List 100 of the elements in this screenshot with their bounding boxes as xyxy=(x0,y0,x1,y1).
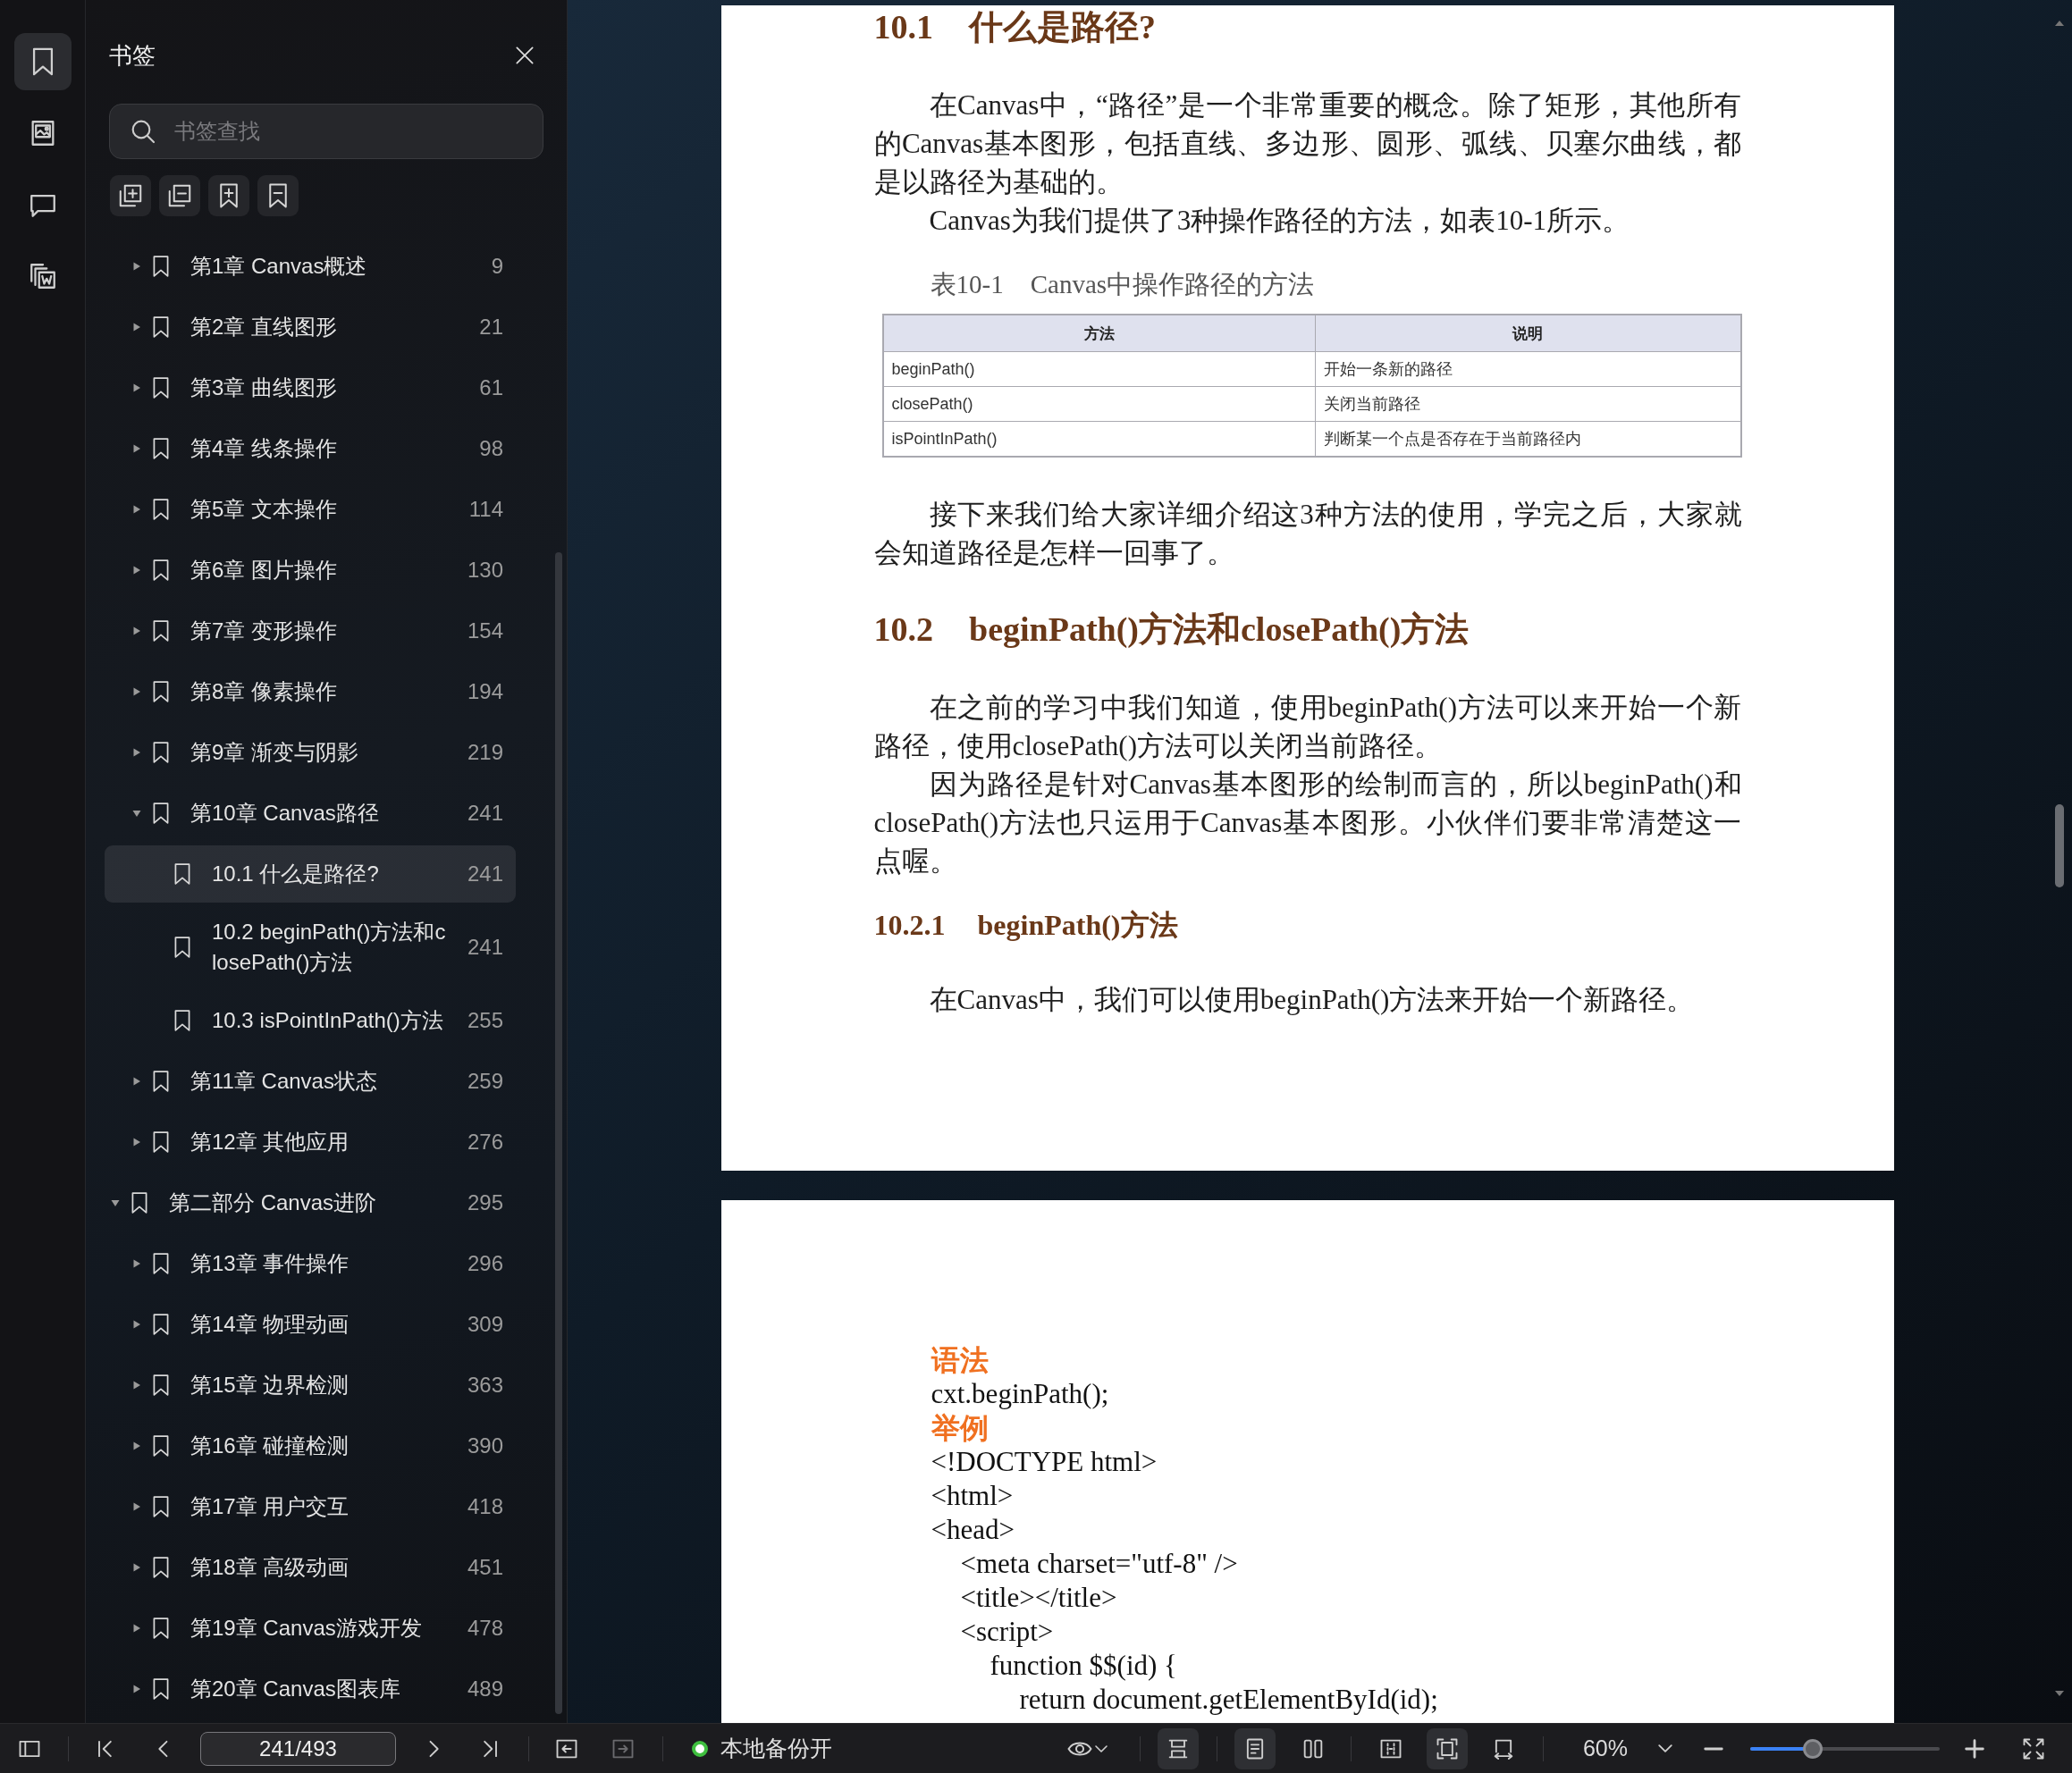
bookmark-title: 10.1 什么是路径? xyxy=(212,861,380,887)
scrollbar-thumb[interactable] xyxy=(555,552,562,1714)
bookmark-item[interactable]: 第9章 渐变与阴影 219 xyxy=(105,722,516,783)
page-number: 9 xyxy=(490,254,503,279)
expand-caret-icon[interactable] xyxy=(131,1623,142,1634)
bookmark-item[interactable]: 10.3 isPointInPath()方法 255 xyxy=(105,990,516,1051)
section-number: 10.2.1 xyxy=(873,908,946,943)
single-page-button[interactable] xyxy=(1234,1727,1276,1769)
scroll-up-icon[interactable] xyxy=(2054,20,2065,27)
bookmark-item[interactable]: 第13章 事件操作 296 xyxy=(105,1233,516,1294)
caret-icon xyxy=(1658,1744,1672,1752)
expand-caret-icon[interactable] xyxy=(131,261,142,272)
expand-caret-icon[interactable] xyxy=(131,1684,142,1694)
bookmark-title: 第19章 Canvas游戏开发 xyxy=(190,1615,423,1642)
bookmark-item[interactable]: 第15章 边界检测 363 xyxy=(105,1355,516,1416)
table-header-cell: 方法 xyxy=(882,315,1315,352)
expand-caret-icon[interactable] xyxy=(131,1380,142,1391)
expand-caret-icon[interactable] xyxy=(131,504,142,515)
bookmark-item[interactable]: 第6章 图片操作 130 xyxy=(105,540,516,601)
collapse-caret-icon[interactable] xyxy=(110,1197,121,1208)
scroll-down-icon[interactable] xyxy=(2054,1690,2065,1697)
expand-caret-icon[interactable] xyxy=(131,1319,142,1330)
expand-caret-icon[interactable] xyxy=(131,686,142,697)
page-number: 130 xyxy=(466,558,503,583)
expand-caret-icon[interactable] xyxy=(131,382,142,393)
bookmark-title: 第11章 Canvas状态 xyxy=(190,1068,378,1095)
bookmark-item[interactable]: 第10章 Canvas路径 241 xyxy=(105,783,516,844)
bookmark-title: 10.3 isPointInPath()方法 xyxy=(212,1007,444,1034)
slider-thumb[interactable] xyxy=(1802,1738,1823,1759)
bookmark-item[interactable]: 第二部分 Canvas进阶 295 xyxy=(105,1172,516,1233)
page-number: 451 xyxy=(466,1555,503,1580)
bookmark-item[interactable]: 第4章 线条操作 98 xyxy=(105,418,516,479)
bookmark-title: 第12章 其他应用 xyxy=(190,1129,350,1155)
bookmark-item[interactable]: 第5章 文本操作 114 xyxy=(105,479,516,540)
bookmark-item[interactable]: 第8章 像素操作 194 xyxy=(105,661,516,722)
bookmark-title: 第2章 直线图形 xyxy=(190,314,338,340)
search-field[interactable]: 书签查找 xyxy=(109,104,543,159)
page-number: 478 xyxy=(466,1616,503,1641)
expand-caret-icon[interactable] xyxy=(131,322,142,332)
page-number: 241 xyxy=(466,935,503,960)
expand-caret-icon[interactable] xyxy=(131,747,142,758)
bookmark-item[interactable]: 第1章 Canvas概述 9 xyxy=(105,236,516,297)
bookmark-item[interactable]: 10.2 beginPath()方法和closePath()方法 241 xyxy=(105,904,516,990)
expand-caret-icon[interactable] xyxy=(131,1076,142,1087)
bookmark-item[interactable]: 第17章 用户交互 418 xyxy=(105,1476,516,1537)
code-line: <head> xyxy=(931,1513,1015,1547)
page-number: 61 xyxy=(478,375,503,400)
remove-bookmark-button[interactable] xyxy=(257,175,299,216)
bookmark-item[interactable]: 第16章 碰撞检测 390 xyxy=(105,1416,516,1476)
bookmark-item[interactable]: 10.1 什么是路径? 241 xyxy=(105,845,516,903)
bookmark-item[interactable]: 第14章 物理动画 309 xyxy=(105,1294,516,1355)
scrollbar-thumb[interactable] xyxy=(2055,804,2064,887)
backup-status[interactable]: 本地备份开 xyxy=(720,1734,832,1763)
bookmark-item[interactable]: 第18章 高级动画 451 xyxy=(105,1537,516,1598)
code-line: <meta charset="utf-8" /> xyxy=(959,1547,1239,1581)
zoom-slider[interactable] xyxy=(1750,1738,1940,1759)
code-line: function $$(id) { xyxy=(989,1649,1178,1683)
caret-icon xyxy=(1095,1744,1108,1752)
code-line: return document.getElementById(id); xyxy=(1018,1683,1439,1717)
bookmark-title: 第9章 渐变与阴影 xyxy=(190,739,359,766)
bookmark-item[interactable]: 第20章 Canvas图表库 489 xyxy=(105,1659,516,1719)
page-number: 296 xyxy=(466,1251,503,1276)
collapse-caret-icon[interactable] xyxy=(131,808,142,819)
code-line: <html> xyxy=(931,1479,1015,1513)
expand-caret-icon[interactable] xyxy=(131,1258,142,1269)
collapse-all-button[interactable] xyxy=(159,175,200,216)
scroll-mode-button[interactable] xyxy=(1158,1727,1199,1769)
expand-caret-icon[interactable] xyxy=(131,565,142,576)
page-number: 309 xyxy=(466,1312,503,1337)
bookmark-item[interactable]: 第7章 变形操作 154 xyxy=(105,601,516,661)
bookmark-item[interactable]: 第11章 Canvas状态 259 xyxy=(105,1051,516,1112)
fit-page-button[interactable] xyxy=(1427,1727,1468,1769)
bookmark-item[interactable]: 第3章 曲线图形 61 xyxy=(105,357,516,418)
bookmark-item[interactable]: 第2章 直线图形 21 xyxy=(105,297,516,357)
expand-caret-icon[interactable] xyxy=(131,1441,142,1451)
body-paragraph: 因为路径是针对Canvas基本图形的绘制而言的，所以beginPath()和closePath()方法也只运用于Canvas基本图形。小伙伴们要非常清楚这一点喔。 xyxy=(873,768,1742,878)
bookmark-item[interactable]: 第19章 Canvas游戏开发 478 xyxy=(105,1598,516,1659)
table-cell: closePath() xyxy=(882,386,1315,422)
bookmark-title: 第4章 线条操作 xyxy=(190,435,338,462)
section-number: 10.1 xyxy=(873,7,933,47)
collapse-all-icon xyxy=(166,182,193,209)
bookmark-title: 第3章 曲线图形 xyxy=(190,374,338,401)
page-number: 363 xyxy=(466,1373,503,1398)
page-number: 418 xyxy=(466,1494,503,1519)
bookmark-title: 第1章 Canvas概述 xyxy=(190,253,368,280)
expand-caret-icon[interactable] xyxy=(131,626,142,636)
expand-all-button[interactable] xyxy=(110,175,151,216)
bookmark-title: 第8章 像素操作 xyxy=(190,678,338,705)
expand-caret-icon[interactable] xyxy=(131,1562,142,1573)
bookmark-title: 第16章 碰撞检测 xyxy=(190,1433,350,1459)
bookmark-item[interactable]: 第12章 其他应用 276 xyxy=(105,1112,516,1172)
code-line: <!DOCTYPE html> xyxy=(931,1445,1158,1479)
expand-caret-icon[interactable] xyxy=(131,443,142,454)
add-bookmark-button[interactable] xyxy=(208,175,249,216)
expand-caret-icon[interactable] xyxy=(131,1501,142,1512)
page-number-field[interactable]: 241/493 xyxy=(200,1731,396,1766)
expand-caret-icon[interactable] xyxy=(131,1137,142,1147)
bookmark-title: 第5章 文本操作 xyxy=(190,496,338,523)
sidebar-tab[interactable] xyxy=(13,33,72,90)
code-line: <title></title> xyxy=(959,1581,1118,1615)
